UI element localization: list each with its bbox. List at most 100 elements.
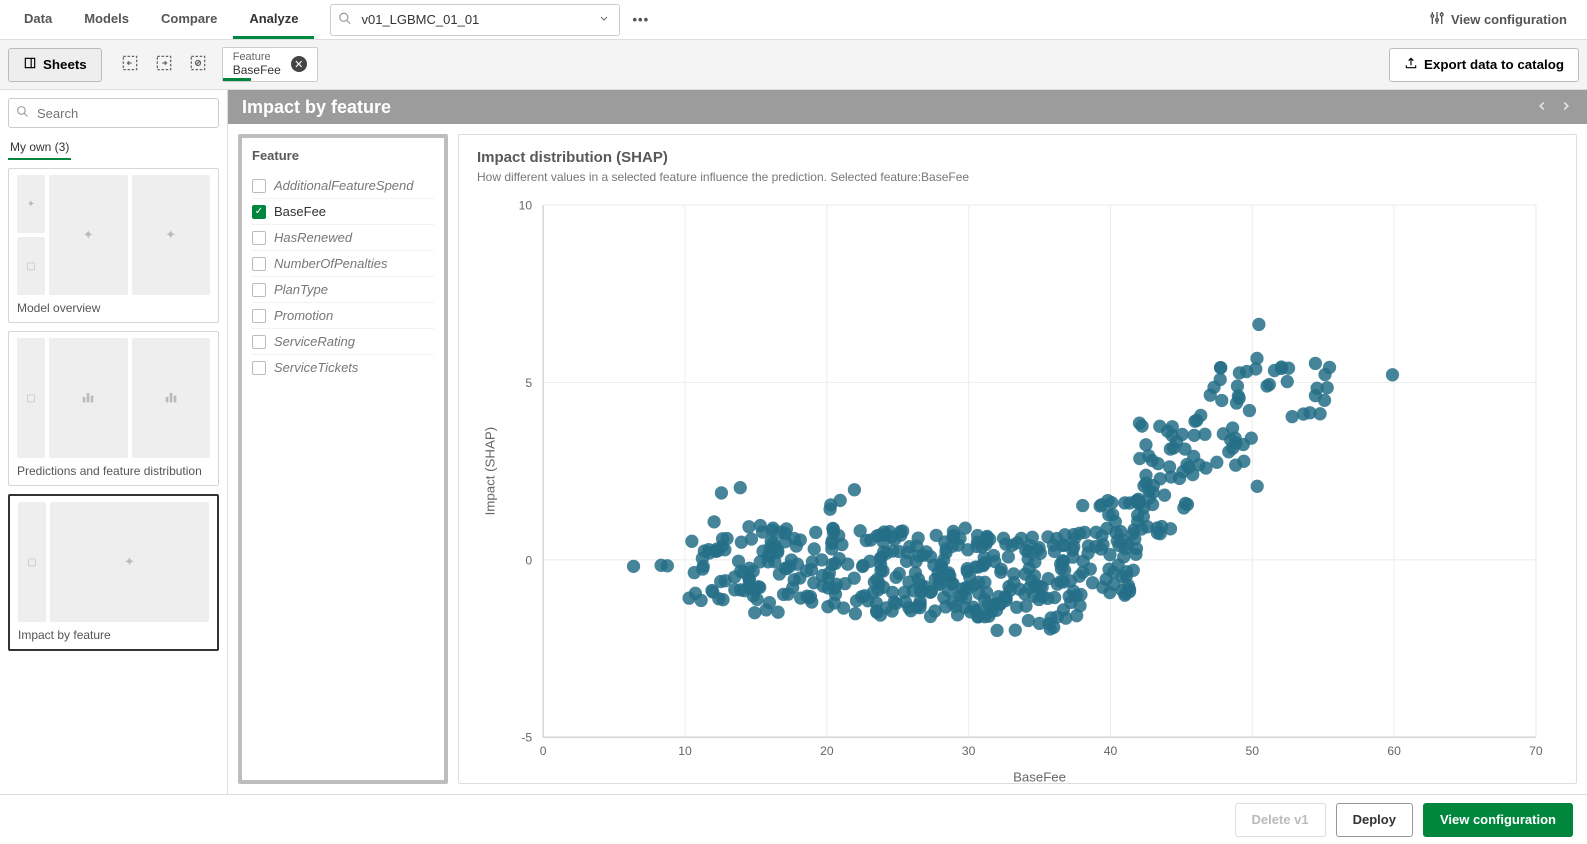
chart-panel: Impact distribution (SHAP) How different…	[458, 134, 1577, 784]
puzzle-icon: ✦	[124, 554, 135, 570]
view-configuration-link[interactable]: View configuration	[1429, 10, 1579, 29]
sheet-card-impact-by-feature[interactable]: ▢ ✦ Impact by feature	[8, 494, 219, 651]
bar-chart-icon	[80, 389, 96, 408]
tab-models[interactable]: Models	[68, 0, 145, 39]
svg-text:70: 70	[1529, 744, 1543, 758]
model-select[interactable]: v01_LGBMC_01_01	[330, 4, 620, 36]
bar-chart-icon	[163, 389, 179, 408]
sheets-search	[8, 98, 219, 128]
feature-item-label: NumberOfPenalties	[274, 256, 387, 271]
selection-clear-icon[interactable]	[188, 53, 208, 76]
prev-sheet-icon[interactable]	[1535, 97, 1549, 118]
svg-text:50: 50	[1246, 744, 1260, 758]
feature-item-servicetickets[interactable]: ServiceTickets	[252, 355, 434, 380]
filter-chip-label: Feature	[233, 52, 281, 63]
sheet-title: Impact by feature	[242, 97, 391, 118]
bottom-bar: Delete v1 Deploy View configuration	[0, 794, 1587, 844]
feature-item-label: ServiceRating	[274, 334, 355, 349]
feature-panel-header: Feature	[252, 148, 434, 163]
feature-filter-panel: Feature AdditionalFeatureSpend ✓ BaseFee Ha…	[238, 134, 448, 784]
svg-text:0: 0	[540, 744, 547, 758]
svg-text:BaseFee: BaseFee	[1013, 770, 1066, 785]
feature-item-hasrenewed[interactable]: HasRenewed	[252, 225, 434, 251]
tab-compare[interactable]: Compare	[145, 0, 233, 39]
next-sheet-icon[interactable]	[1559, 97, 1573, 118]
svg-text:Impact (SHAP): Impact (SHAP)	[483, 427, 498, 516]
tab-analyze[interactable]: Analyze	[233, 0, 314, 39]
sheets-button[interactable]: Sheets	[8, 48, 102, 82]
feature-item-additionalfeaturespend[interactable]: AdditionalFeatureSpend	[252, 173, 434, 199]
checkbox-icon[interactable]	[252, 283, 266, 297]
model-selector[interactable]: v01_LGBMC_01_01	[330, 4, 620, 36]
content-row: Feature AdditionalFeatureSpend ✓ BaseFee Ha…	[228, 124, 1587, 794]
feature-item-label: PlanType	[274, 282, 328, 297]
feature-item-plantype[interactable]: PlanType	[252, 277, 434, 303]
sheets-label: Sheets	[43, 57, 87, 72]
checkbox-icon[interactable]	[252, 231, 266, 245]
top-nav: Data Models Compare Analyze v01_LGBMC_01…	[0, 0, 1587, 40]
feature-item-numberofpenalties[interactable]: NumberOfPenalties	[252, 251, 434, 277]
export-label: Export data to catalog	[1424, 57, 1564, 72]
feature-item-label: BaseFee	[274, 204, 326, 219]
toolbar: Sheets Feature BaseFee ✕ Export data to …	[0, 40, 1587, 90]
svg-text:30: 30	[962, 744, 976, 758]
sheet-label: Predictions and feature distribution	[17, 464, 210, 479]
checkbox-icon[interactable]	[252, 361, 266, 375]
svg-text:-5: -5	[521, 731, 532, 745]
view-configuration-button[interactable]: View configuration	[1423, 803, 1573, 837]
more-menu-button[interactable]: •••	[632, 12, 649, 27]
feature-item-label: AdditionalFeatureSpend	[274, 178, 414, 193]
checkbox-icon[interactable]	[252, 309, 266, 323]
export-data-button[interactable]: Export data to catalog	[1389, 48, 1579, 82]
right-content: Impact by feature Feature AdditionalFeat…	[228, 90, 1587, 794]
feature-item-servicerating[interactable]: ServiceRating	[252, 329, 434, 355]
deploy-button[interactable]: Deploy	[1336, 803, 1413, 837]
svg-text:20: 20	[820, 744, 834, 758]
chart-area[interactable]: 0 10 20 30 40 50 60 70 -5 0 5 10 BaseFee Impact (SHAP…	[477, 194, 1558, 793]
sheets-icon	[23, 56, 37, 73]
selection-tools	[120, 53, 208, 76]
tab-data[interactable]: Data	[8, 0, 68, 39]
filter-chip-progress	[223, 78, 251, 81]
svg-text:40: 40	[1104, 744, 1118, 758]
chart-title: Impact distribution (SHAP)	[477, 149, 1558, 166]
selection-back-icon[interactable]	[120, 53, 140, 76]
feature-item-label: ServiceTickets	[274, 360, 358, 375]
main-area: My own (3) ✦▢ ✦ ✦ Model overview ▢ Predi…	[0, 90, 1587, 794]
sheet-title-banner: Impact by feature	[228, 90, 1587, 124]
export-icon	[1404, 56, 1418, 73]
svg-text:5: 5	[525, 376, 532, 390]
checkbox-icon[interactable]: ✓	[252, 205, 266, 219]
svg-text:10: 10	[678, 744, 692, 758]
sliders-icon	[1429, 10, 1445, 29]
puzzle-icon: ✦	[83, 227, 94, 243]
sheet-card-predictions[interactable]: ▢ Predictions and feature distribution	[8, 331, 219, 486]
view-configuration-label: View configuration	[1451, 12, 1567, 27]
checkbox-icon[interactable]	[252, 257, 266, 271]
nav-tabs: Data Models Compare Analyze	[8, 0, 314, 39]
my-own-heading: My own (3)	[8, 136, 71, 160]
selection-forward-icon[interactable]	[154, 53, 174, 76]
sheet-label: Impact by feature	[18, 628, 209, 643]
feature-item-basefee[interactable]: ✓ BaseFee	[252, 199, 434, 225]
sheet-label: Model overview	[17, 301, 210, 316]
sheets-sidebar: My own (3) ✦▢ ✦ ✦ Model overview ▢ Predi…	[0, 90, 228, 794]
feature-item-promotion[interactable]: Promotion	[252, 303, 434, 329]
filter-chip-feature[interactable]: Feature BaseFee ✕	[222, 47, 318, 82]
filter-chip-value: BaseFee	[233, 63, 281, 77]
checkbox-icon[interactable]	[252, 335, 266, 349]
svg-text:10: 10	[519, 198, 533, 212]
svg-text:0: 0	[525, 553, 532, 567]
puzzle-icon: ✦	[165, 227, 176, 243]
checkbox-icon[interactable]	[252, 179, 266, 193]
close-icon[interactable]: ✕	[291, 56, 307, 72]
sheets-search-input[interactable]	[8, 98, 219, 128]
feature-item-label: HasRenewed	[274, 230, 352, 245]
search-icon	[338, 11, 352, 28]
svg-text:60: 60	[1387, 744, 1401, 758]
sheet-card-model-overview[interactable]: ✦▢ ✦ ✦ Model overview	[8, 168, 219, 323]
search-icon	[16, 105, 29, 121]
chart-subtitle: How different values in a selected featu…	[477, 170, 1558, 184]
delete-version-button: Delete v1	[1235, 803, 1326, 837]
feature-item-label: Promotion	[274, 308, 333, 323]
